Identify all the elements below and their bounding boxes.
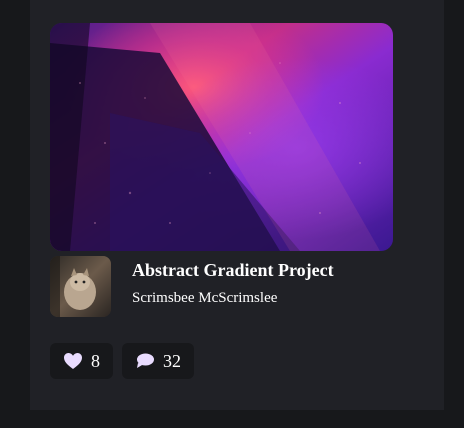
speech-bubble-icon [135, 352, 155, 370]
project-card[interactable]: Abstract Gradient Project Scrimsbee McSc… [30, 0, 444, 410]
likes-button[interactable]: 8 [50, 343, 113, 379]
project-author[interactable]: Scrimsbee McScrimslee [132, 290, 277, 307]
comments-button[interactable]: 32 [122, 343, 194, 379]
project-title[interactable]: Abstract Gradient Project [132, 260, 334, 281]
page: Abstract Gradient Project Scrimsbee McSc… [0, 0, 464, 428]
author-avatar[interactable] [50, 256, 111, 317]
avatar-cat-photo [50, 256, 111, 317]
likes-count: 8 [91, 350, 100, 371]
comments-count: 32 [163, 350, 181, 371]
heart-icon [63, 352, 83, 370]
project-cover-image[interactable] [50, 23, 393, 251]
cover-artwork [50, 23, 393, 251]
